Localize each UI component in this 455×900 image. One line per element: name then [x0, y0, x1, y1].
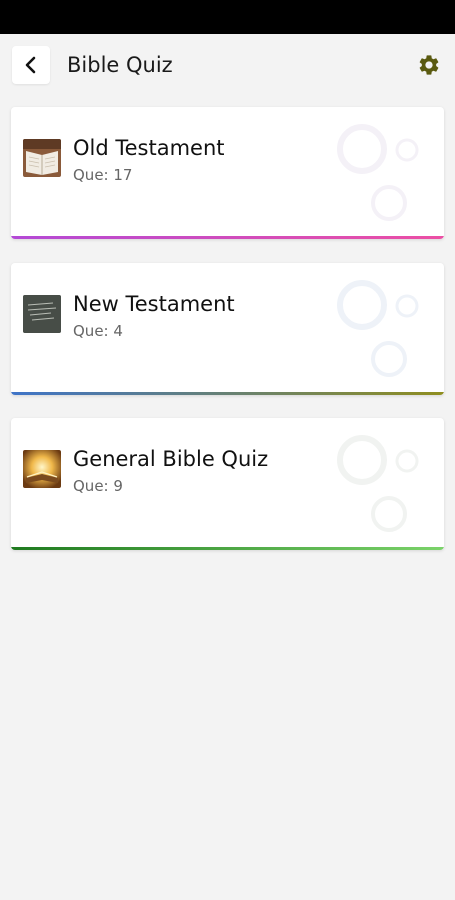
- quiz-title: General Bible Quiz: [73, 447, 269, 471]
- quiz-card-new-testament[interactable]: New Testament Que: 4: [11, 263, 444, 395]
- old-testament-thumbnail: [23, 139, 61, 177]
- status-bar: [0, 0, 455, 34]
- decorative-circles: [337, 124, 419, 221]
- card-accent-bar: [11, 236, 444, 239]
- new-testament-thumbnail: [23, 295, 61, 333]
- decorative-circles: [337, 435, 419, 532]
- page-title: Bible Quiz: [67, 53, 173, 77]
- quiz-title: Old Testament: [73, 136, 225, 160]
- quiz-card-old-testament[interactable]: Old Testament Que: 17: [11, 107, 444, 239]
- question-count: Que: 4: [73, 322, 123, 340]
- gear-icon: [419, 55, 439, 75]
- quiz-card-general-bible-quiz[interactable]: General Bible Quiz Que: 9: [11, 418, 444, 550]
- back-arrow-icon: [25, 56, 36, 74]
- card-accent-bar: [11, 547, 444, 550]
- decorative-circles: [337, 280, 419, 377]
- settings-button[interactable]: [414, 50, 444, 80]
- back-button[interactable]: [12, 46, 50, 84]
- question-count: Que: 17: [73, 166, 133, 184]
- quiz-title: New Testament: [73, 292, 235, 316]
- question-count: Que: 9: [73, 477, 123, 495]
- card-accent-bar: [11, 392, 444, 395]
- general-quiz-thumbnail: [23, 450, 61, 488]
- app-bar: Bible Quiz: [0, 34, 455, 98]
